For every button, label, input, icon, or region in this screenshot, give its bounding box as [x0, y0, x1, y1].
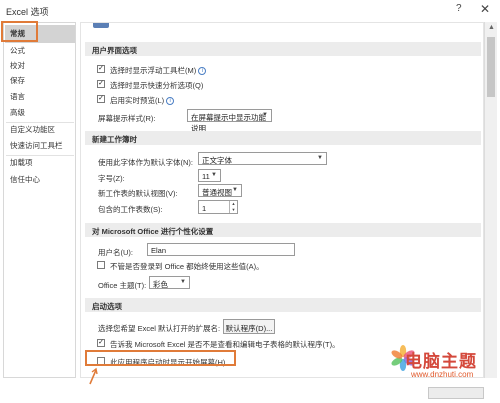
spinner-arrows-icon[interactable]: ▲ ▼ — [229, 201, 237, 213]
font-size-value: 11 — [202, 172, 210, 181]
help-icon[interactable]: ? — [456, 3, 462, 14]
quick-analysis-label: 选择时显示快速分析选项(Q) — [110, 81, 204, 90]
section-ui-options: 用户界面选项 — [85, 42, 481, 56]
vertical-scrollbar[interactable]: ▲ — [484, 22, 497, 378]
title-bar: Excel 选项 ? ✕ — [0, 0, 500, 20]
default-font-label: 使用此字体作为默认字体(N): — [98, 158, 193, 167]
pointer-arrow-icon — [89, 367, 98, 385]
sidebar-item-language[interactable]: 语言 — [10, 92, 25, 102]
live-preview-label: 启用实时预览(L) — [110, 96, 165, 105]
sidebar-divider — [6, 122, 74, 123]
sidebar-divider — [6, 155, 74, 156]
office-theme-select[interactable]: 彩色 ▼ — [149, 276, 190, 289]
chevron-down-icon: ▼ — [180, 279, 186, 285]
live-preview-option: 启用实时预览(L) i — [110, 95, 175, 106]
sheet-count-label: 包含的工作表数(S): — [98, 205, 163, 214]
sidebar-item-advanced[interactable]: 高级 — [10, 108, 25, 118]
office-theme-value: 彩色 — [153, 280, 168, 289]
highlight-box-start-screen — [85, 350, 236, 366]
chevron-down-icon: ▼ — [211, 172, 217, 178]
font-size-label: 字号(Z): — [98, 174, 125, 183]
chevron-down-icon: ▼ — [262, 112, 268, 118]
mini-toolbar-option: 选择时显示浮动工具栏(M) i — [110, 65, 207, 76]
general-options-icon — [93, 23, 109, 28]
screentip-label: 屏幕提示样式(R): — [98, 114, 156, 123]
options-sidebar: 常规 公式 校对 保存 语言 高级 自定义功能区 快速访问工具栏 加载项 信任中… — [3, 22, 76, 378]
default-view-label: 新工作表的默认视图(V): — [98, 189, 178, 198]
default-font-value: 正文字体 — [202, 156, 232, 165]
extensions-label: 选择您希望 Excel 默认打开的扩展名: — [98, 324, 221, 333]
username-label: 用户名(U): — [98, 248, 133, 257]
screentip-style-select[interactable]: 在屏幕提示中显示功能说明 ▼ — [187, 109, 272, 133]
dialog-footer-button[interactable] — [428, 387, 484, 399]
sidebar-item-add-ins[interactable]: 加载项 — [10, 158, 33, 168]
close-icon[interactable]: ✕ — [480, 2, 490, 16]
sidebar-item-customize-ribbon[interactable]: 自定义功能区 — [10, 125, 55, 135]
mini-toolbar-checkbox[interactable]: ✓ — [97, 65, 105, 73]
mini-toolbar-label: 选择时显示浮动工具栏(M) — [110, 66, 197, 75]
sheet-count-spinner[interactable]: 1 ▲ ▼ — [198, 200, 238, 214]
sidebar-item-quick-access-toolbar[interactable]: 快速访问工具栏 — [10, 141, 63, 151]
font-size-select[interactable]: 11 ▼ — [198, 169, 221, 182]
sidebar-item-save[interactable]: 保存 — [10, 76, 25, 86]
default-font-select[interactable]: 正文字体 ▼ — [198, 152, 327, 165]
not-default-checkbox[interactable]: ✓ — [97, 339, 105, 347]
office-theme-label: Office 主题(T): — [98, 281, 147, 290]
highlight-box-general — [1, 21, 38, 42]
default-programs-button[interactable]: 默认程序(D)... — [223, 319, 275, 334]
section-new-workbook: 新建工作簿时 — [85, 131, 481, 145]
window-title: Excel 选项 — [6, 7, 49, 17]
info-icon: i — [198, 67, 207, 76]
quick-analysis-checkbox[interactable]: ✓ — [97, 80, 105, 88]
default-view-value: 普通视图 — [202, 188, 232, 197]
sidebar-item-proofing[interactable]: 校对 — [10, 61, 25, 71]
chevron-down-icon: ▼ — [232, 187, 238, 193]
not-default-label: 告诉我 Microsoft Excel 是否不是查看和编辑电子表格的默认程序(T… — [110, 340, 340, 349]
info-icon: i — [166, 97, 175, 106]
section-startup: 启动选项 — [85, 298, 481, 312]
scroll-thumb[interactable] — [487, 37, 495, 97]
section-personalize: 对 Microsoft Office 进行个性化设置 — [85, 223, 481, 237]
default-view-select[interactable]: 普通视图 ▼ — [198, 184, 242, 197]
sidebar-item-formulas[interactable]: 公式 — [10, 46, 25, 56]
username-input[interactable]: Elan — [147, 243, 295, 256]
always-use-checkbox[interactable] — [97, 261, 105, 269]
sheet-count-value: 1 — [202, 204, 207, 213]
screentip-style-value: 在屏幕提示中显示功能说明 — [191, 113, 266, 133]
chevron-down-icon: ▼ — [317, 155, 323, 161]
watermark-url: www.dnzhuti.com — [411, 370, 474, 379]
live-preview-checkbox[interactable]: ✓ — [97, 95, 105, 103]
watermark-title: 电脑主题 — [405, 352, 477, 371]
sidebar-item-trust-center[interactable]: 信任中心 — [10, 175, 40, 185]
scroll-up-icon[interactable]: ▲ — [488, 24, 495, 31]
always-use-label: 不管是否登录到 Office 都始终使用这些值(A)。 — [110, 262, 264, 271]
options-content: 用户界面选项 ✓ 选择时显示浮动工具栏(M) i ✓ 选择时显示快速分析选项(Q)… — [80, 22, 484, 378]
